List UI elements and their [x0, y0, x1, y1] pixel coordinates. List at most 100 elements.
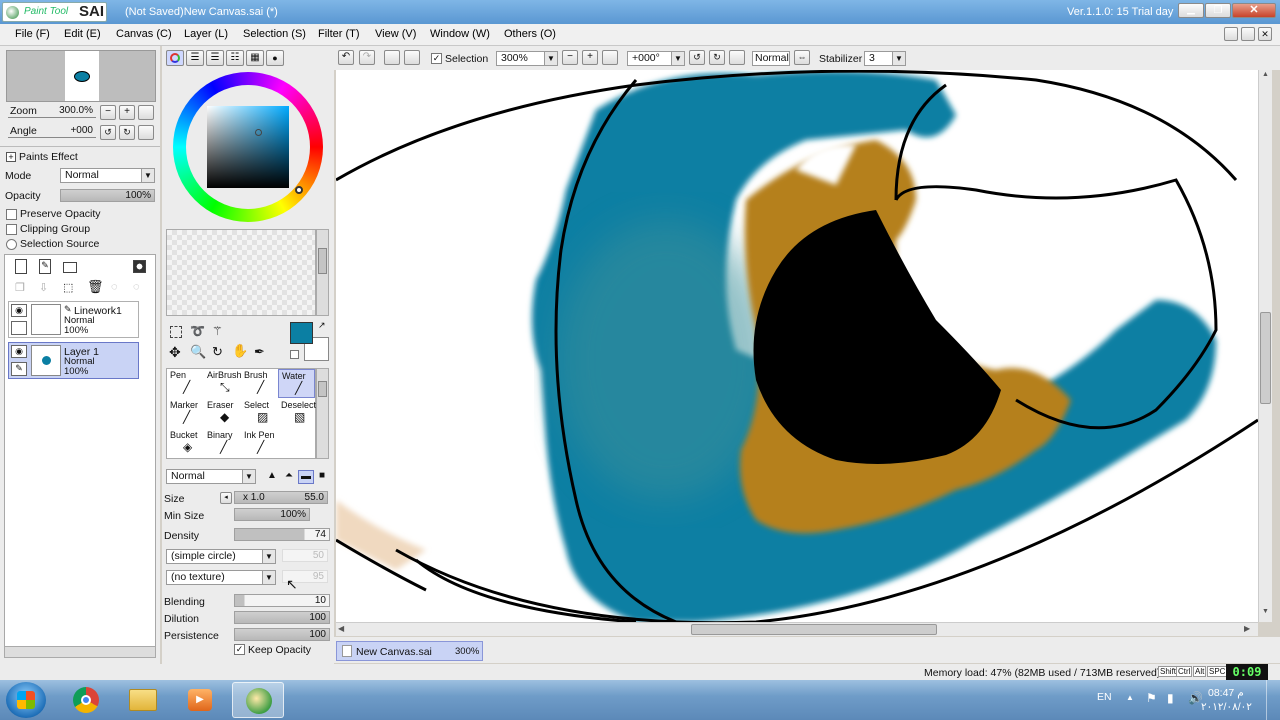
zoom-out-button[interactable]: −: [100, 105, 116, 120]
preserve-opacity-checkbox[interactable]: [6, 209, 17, 220]
taskbar-paint-tool-sai[interactable]: [232, 682, 284, 718]
zoom-in-button[interactable]: +: [119, 105, 135, 120]
paints-effect-expand-icon[interactable]: +: [6, 152, 16, 162]
doc-close-button[interactable]: ✕: [1258, 27, 1272, 41]
navigator-viewport[interactable]: [65, 51, 99, 101]
tool-pen[interactable]: Pen ╱: [167, 369, 204, 398]
brush-shape-2-icon[interactable]: ⏶: [281, 470, 297, 484]
deselect-button[interactable]: [384, 50, 400, 65]
size-slider[interactable]: x 1.0 55.0: [234, 491, 328, 504]
tool-grid-scrollbar[interactable]: [316, 368, 329, 459]
tool-scroll-thumb[interactable]: [318, 381, 327, 397]
swatches-tab[interactable]: ☷: [226, 50, 244, 66]
brush-blend-select[interactable]: Normal ▼: [166, 469, 256, 484]
swap-colors-icon[interactable]: ↗: [318, 320, 326, 331]
mask-icon[interactable]: [133, 260, 146, 273]
transparent-color-icon[interactable]: [290, 350, 299, 359]
hscroll-thumb[interactable]: [691, 624, 937, 635]
language-indicator[interactable]: EN: [1097, 691, 1112, 703]
blending-slider[interactable]: 10: [234, 594, 330, 607]
swatch-area[interactable]: [166, 229, 316, 316]
new-folder-icon[interactable]: [63, 262, 77, 273]
grid-tab[interactable]: ▦: [246, 50, 264, 66]
layer-row-layer1[interactable]: ◉ ✎ Layer 1 Normal 100%: [8, 342, 139, 379]
merge-down-icon[interactable]: ⬚: [63, 281, 73, 294]
menu-others[interactable]: Others (O): [504, 28, 556, 40]
canvas-drawing[interactable]: [336, 70, 1258, 622]
eye-icon[interactable]: ◉: [11, 345, 27, 358]
eyedropper-icon[interactable]: ✒: [254, 344, 265, 360]
trash-icon[interactable]: 🗑: [87, 279, 104, 295]
tool-bucket[interactable]: Bucket ◈: [167, 429, 204, 458]
scroll-left-arrow[interactable]: ◀: [338, 624, 344, 633]
color-wheel[interactable]: [173, 72, 323, 222]
scroll-down-arrow[interactable]: ▼: [1260, 608, 1271, 619]
menu-filter[interactable]: Filter (T): [318, 28, 360, 40]
scroll-right-arrow[interactable]: ▶: [1244, 624, 1250, 633]
saturation-value-square[interactable]: [207, 106, 289, 188]
clipping-group-checkbox[interactable]: [6, 224, 17, 235]
move-icon[interactable]: ✥: [169, 344, 181, 361]
canvas-angle-select[interactable]: +000° ▼: [627, 51, 685, 66]
layer-mode-select[interactable]: Normal ▼: [60, 168, 155, 183]
invert-selection-button[interactable]: [404, 50, 420, 65]
mask-delete-icon[interactable]: ◌: [133, 281, 140, 293]
canvas-hscrollbar[interactable]: ◀ ▶: [336, 622, 1258, 636]
rgb-slider-tab[interactable]: ☰: [186, 50, 204, 66]
selection-source-radio[interactable]: [6, 239, 17, 250]
canvas-tab[interactable]: New Canvas.sai 300%: [336, 641, 483, 661]
action-center-icon[interactable]: ⚑: [1146, 691, 1157, 705]
vscroll-thumb[interactable]: [1260, 312, 1271, 404]
layer-scrollbar[interactable]: [4, 646, 156, 658]
keep-opacity-checkbox[interactable]: ✓: [234, 644, 245, 655]
canvas-zoom-in-button[interactable]: +: [582, 50, 598, 65]
opacity-slider[interactable]: 100%: [60, 189, 155, 202]
mask-apply-icon[interactable]: ◌: [111, 281, 118, 293]
min-size-slider[interactable]: 100%: [234, 508, 310, 521]
show-hidden-icons[interactable]: ▲: [1126, 693, 1134, 702]
redo-button[interactable]: ↷: [359, 50, 375, 65]
brush-shape-select[interactable]: (simple circle) ▼: [166, 549, 276, 564]
hue-cursor[interactable]: [295, 186, 303, 194]
zoom-icon[interactable]: 🔍: [190, 344, 206, 360]
clock-date[interactable]: ٢٠١٢/٠٨/٠٢: [1201, 701, 1252, 713]
tool-ink-pen[interactable]: Ink Pen ╱: [241, 429, 278, 458]
hsv-slider-tab[interactable]: ☰: [206, 50, 224, 66]
canvas-rotate-left-button[interactable]: ↺: [689, 50, 705, 65]
menu-layer[interactable]: Layer (L): [184, 28, 228, 40]
size-range-button[interactable]: ◂: [220, 492, 232, 504]
tool-water[interactable]: Water ╱: [278, 369, 315, 398]
new-layer-icon[interactable]: [15, 259, 27, 274]
stabilizer-select[interactable]: 3 ▼: [864, 51, 906, 66]
canvas-vscrollbar[interactable]: ▲ ▼: [1258, 70, 1272, 622]
copy-layer-icon[interactable]: ❐: [15, 281, 25, 294]
menu-edit[interactable]: Edit (E): [64, 28, 101, 40]
rotate-reset-button[interactable]: [138, 125, 154, 140]
brush-shape-1-icon[interactable]: ▲: [264, 470, 280, 484]
canvas-zoom-select[interactable]: 300% ▼: [496, 51, 558, 66]
transfer-down-icon[interactable]: ⇩: [39, 281, 48, 294]
flip-button[interactable]: ⇔: [794, 50, 810, 65]
menu-selection[interactable]: Selection (S): [243, 28, 306, 40]
clock-time[interactable]: 08:47 م: [1208, 687, 1244, 699]
lasso-icon[interactable]: ➰: [190, 324, 205, 338]
taskbar-media-player[interactable]: ▶: [174, 682, 226, 718]
shape-strength-slider[interactable]: 50: [282, 549, 328, 562]
rotate-left-button[interactable]: ↺: [100, 125, 116, 140]
hand-icon[interactable]: ✋: [232, 343, 248, 359]
menu-file[interactable]: File (F): [15, 28, 50, 40]
start-button[interactable]: [6, 682, 46, 718]
layer-lock-box[interactable]: [11, 321, 27, 335]
brush-shape-4-icon[interactable]: ■: [315, 470, 329, 484]
eye-icon[interactable]: ◉: [11, 304, 27, 317]
zoom-slider[interactable]: 300.0%: [8, 105, 96, 118]
menu-window[interactable]: Window (W): [430, 28, 490, 40]
density-slider[interactable]: 74: [234, 528, 330, 541]
taskbar-chrome[interactable]: [60, 682, 112, 718]
close-button[interactable]: ✕: [1232, 3, 1276, 18]
menu-canvas[interactable]: Canvas (C): [116, 28, 172, 40]
magic-wand-icon[interactable]: ⚚: [212, 324, 223, 338]
tool-brush[interactable]: Brush ╱: [241, 369, 278, 398]
navigator-preview[interactable]: [6, 50, 156, 102]
undo-button[interactable]: ↶: [338, 50, 354, 65]
